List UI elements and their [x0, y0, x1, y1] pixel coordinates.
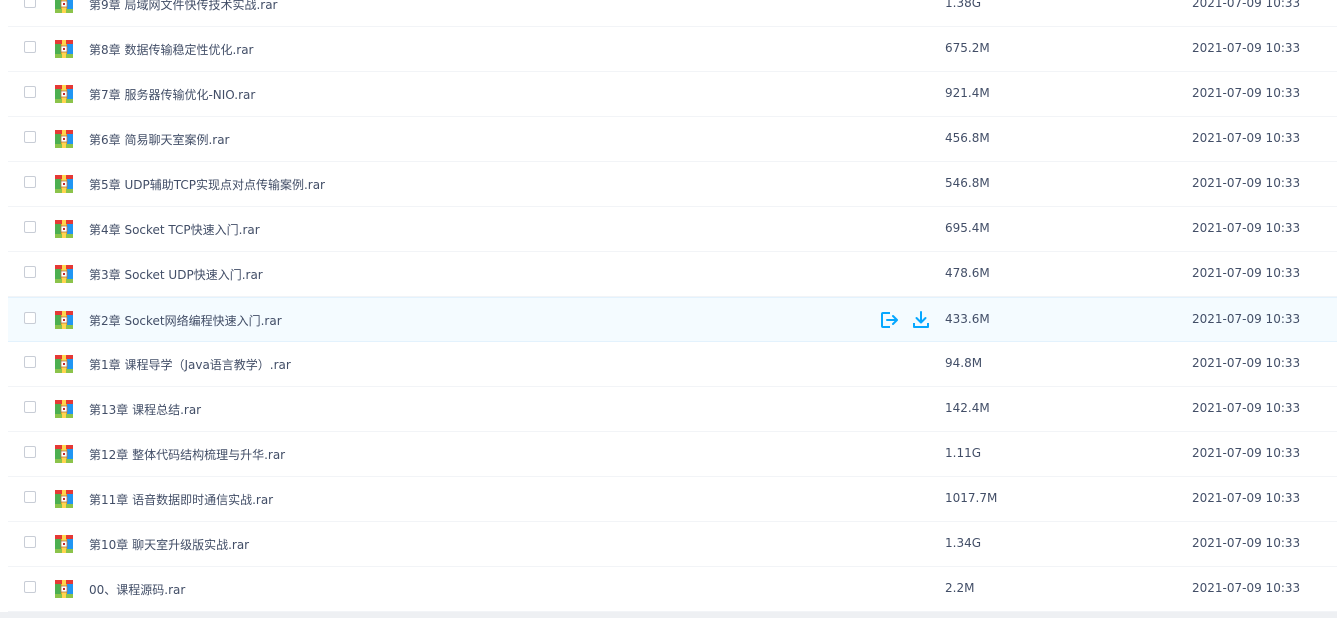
file-size: 1.34G: [945, 536, 982, 550]
archive-icon: [55, 265, 73, 283]
file-size: 433.6M: [945, 312, 990, 326]
archive-icon: [55, 175, 73, 193]
file-time: 2021-07-09 10:33: [1192, 221, 1301, 235]
file-name[interactable]: 第4章 Socket TCP快速入门.rar: [89, 221, 260, 238]
list-footer: [0, 612, 1337, 618]
file-name[interactable]: 第1章 课程导学（Java语言教学）.rar: [89, 356, 291, 373]
archive-icon: [55, 85, 73, 103]
file-size: 94.8M: [945, 356, 983, 370]
file-time: 2021-07-09 10:33: [1192, 41, 1301, 55]
file-name[interactable]: 第8章 数据传输稳定性优化.rar: [89, 41, 254, 58]
file-time: 2021-07-09 10:33: [1192, 131, 1301, 145]
file-name[interactable]: 00、课程源码.rar: [89, 581, 185, 598]
row-checkbox[interactable]: [24, 86, 36, 98]
row-checkbox[interactable]: [24, 0, 36, 8]
archive-icon: [55, 220, 73, 238]
file-time: 2021-07-09 10:33: [1192, 536, 1301, 550]
file-size: 1.38G: [945, 0, 982, 10]
file-size: 1.11G: [945, 446, 982, 460]
row-checkbox[interactable]: [24, 176, 36, 188]
row-checkbox[interactable]: [24, 221, 36, 233]
archive-icon: [55, 580, 73, 598]
file-name[interactable]: 第9章 局域网文件快传技术实战.rar: [89, 0, 278, 13]
row-checkbox[interactable]: [24, 356, 36, 368]
file-size: 142.4M: [945, 401, 990, 415]
list-item[interactable]: 第7章 服务器传输优化-NIO.rar 921.4M 2021-07-09 10…: [8, 72, 1337, 117]
file-name[interactable]: 第13章 课程总结.rar: [89, 401, 201, 418]
archive-icon: [55, 311, 73, 329]
file-size: 2.2M: [945, 581, 975, 595]
list-item[interactable]: 第3章 Socket UDP快速入门.rar 478.6M 2021-07-09…: [8, 252, 1337, 297]
file-name[interactable]: 第10章 聊天室升级版实战.rar: [89, 536, 249, 553]
list-item[interactable]: 第1章 课程导学（Java语言教学）.rar 94.8M 2021-07-09 …: [8, 342, 1337, 387]
list-item[interactable]: 第4章 Socket TCP快速入门.rar 695.4M 2021-07-09…: [8, 207, 1337, 252]
file-size: 675.2M: [945, 41, 990, 55]
row-checkbox[interactable]: [24, 312, 36, 324]
file-time: 2021-07-09 10:33: [1192, 446, 1301, 460]
download-icon[interactable]: [910, 309, 932, 331]
file-size: 456.8M: [945, 131, 990, 145]
file-name[interactable]: 第7章 服务器传输优化-NIO.rar: [89, 86, 255, 103]
file-name[interactable]: 第12章 整体代码结构梳理与升华.rar: [89, 446, 285, 463]
file-time: 2021-07-09 10:33: [1192, 491, 1301, 505]
row-checkbox[interactable]: [24, 581, 36, 593]
file-name[interactable]: 第5章 UDP辅助TCP实现点对点传输案例.rar: [89, 176, 325, 193]
file-size: 695.4M: [945, 221, 990, 235]
list-item[interactable]: 第11章 语音数据即时通信实战.rar 1017.7M 2021-07-09 1…: [8, 477, 1337, 522]
row-checkbox[interactable]: [24, 536, 36, 548]
list-item[interactable]: 00、课程源码.rar 2.2M 2021-07-09 10:33: [8, 567, 1337, 612]
row-checkbox[interactable]: [24, 446, 36, 458]
list-item[interactable]: 第12章 整体代码结构梳理与升华.rar 1.11G 2021-07-09 10…: [8, 432, 1337, 477]
file-name[interactable]: 第3章 Socket UDP快速入门.rar: [89, 266, 263, 283]
file-size: 921.4M: [945, 86, 990, 100]
list-item[interactable]: 第8章 数据传输稳定性优化.rar 675.2M 2021-07-09 10:3…: [8, 27, 1337, 72]
list-item[interactable]: 第9章 局域网文件快传技术实战.rar 1.38G 2021-07-09 10:…: [8, 0, 1337, 27]
file-time: 2021-07-09 10:33: [1192, 356, 1301, 370]
archive-icon: [55, 445, 73, 463]
archive-icon: [55, 535, 73, 553]
row-checkbox[interactable]: [24, 401, 36, 413]
file-time: 2021-07-09 10:33: [1192, 266, 1301, 280]
list-item[interactable]: 第2章 Socket网络编程快速入门.rar 433.6M 2021-07-09…: [8, 297, 1337, 342]
file-name[interactable]: 第11章 语音数据即时通信实战.rar: [89, 491, 273, 508]
file-time: 2021-07-09 10:33: [1192, 401, 1301, 415]
share-icon[interactable]: [878, 309, 900, 331]
file-list: 第9章 局域网文件快传技术实战.rar 1.38G 2021-07-09 10:…: [0, 0, 1337, 612]
row-checkbox[interactable]: [24, 131, 36, 143]
file-time: 2021-07-09 10:33: [1192, 581, 1301, 595]
file-size: 478.6M: [945, 266, 990, 280]
row-checkbox[interactable]: [24, 491, 36, 503]
file-size: 546.8M: [945, 176, 990, 190]
archive-icon: [55, 0, 73, 13]
file-time: 2021-07-09 10:33: [1192, 312, 1301, 326]
list-item[interactable]: 第5章 UDP辅助TCP实现点对点传输案例.rar 546.8M 2021-07…: [8, 162, 1337, 207]
file-time: 2021-07-09 10:33: [1192, 0, 1301, 10]
file-time: 2021-07-09 10:33: [1192, 86, 1301, 100]
file-name[interactable]: 第6章 简易聊天室案例.rar: [89, 131, 230, 148]
list-item[interactable]: 第6章 简易聊天室案例.rar 456.8M 2021-07-09 10:33: [8, 117, 1337, 162]
archive-icon: [55, 355, 73, 373]
row-checkbox[interactable]: [24, 41, 36, 53]
archive-icon: [55, 130, 73, 148]
file-time: 2021-07-09 10:33: [1192, 176, 1301, 190]
archive-icon: [55, 40, 73, 58]
archive-icon: [55, 490, 73, 508]
list-item[interactable]: 第10章 聊天室升级版实战.rar 1.34G 2021-07-09 10:33: [8, 522, 1337, 567]
archive-icon: [55, 400, 73, 418]
file-size: 1017.7M: [945, 491, 998, 505]
file-name[interactable]: 第2章 Socket网络编程快速入门.rar: [89, 312, 282, 329]
row-checkbox[interactable]: [24, 266, 36, 278]
list-item[interactable]: 第13章 课程总结.rar 142.4M 2021-07-09 10:33: [8, 387, 1337, 432]
